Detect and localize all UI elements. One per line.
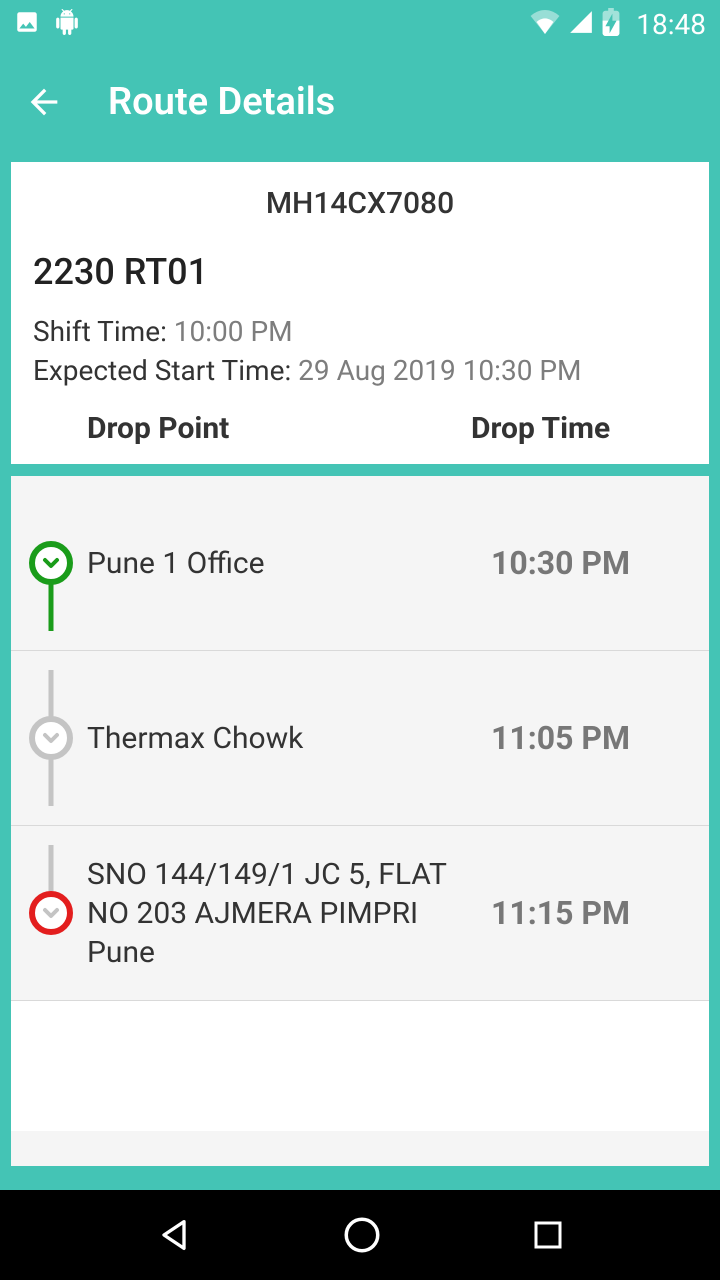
android-icon [54,9,80,39]
stop-row[interactable]: Pune 1 Office 10:30 PM [11,476,709,651]
page-title: Route Details [108,80,335,124]
nav-recent-button[interactable] [530,1217,566,1253]
stop-time: 11:15 PM [491,894,691,932]
expected-start-label: Expected Start Time: [33,354,298,387]
nav-home-button[interactable] [341,1214,383,1256]
status-bar: 18:48 [0,0,720,48]
expected-start-line: Expected Start Time: 29 Aug 2019 10:30 P… [33,354,687,387]
vehicle-number: MH14CX7080 [33,186,687,221]
status-time: 18:48 [636,8,706,41]
stop-name: Thermax Chowk [79,719,491,758]
timeline-cell [23,496,79,630]
app-bar: Route Details [0,48,720,156]
battery-icon [602,8,620,40]
stop-row[interactable]: SNO 144/149/1 JC 5, FLAT NO 203 AJMERA P… [11,826,709,1001]
stop-time: 10:30 PM [491,544,691,582]
content: MH14CX7080 2230 RT01 Shift Time: 10:00 P… [11,162,709,464]
stop-name: SNO 144/149/1 JC 5, FLAT NO 203 AJMERA P… [79,855,491,972]
signal-icon [568,9,594,39]
drop-point-header: Drop Point [39,411,471,446]
status-right: 18:48 [530,8,706,41]
timeline-cell [23,671,79,805]
shift-time-value: 10:00 PM [174,315,293,348]
info-card: MH14CX7080 2230 RT01 Shift Time: 10:00 P… [11,162,709,464]
status-left [14,9,80,39]
stop-row[interactable]: Thermax Chowk 11:05 PM [11,651,709,826]
stop-marker-icon [29,716,73,760]
back-button[interactable] [24,82,64,122]
shift-time-label: Shift Time: [33,315,174,348]
wifi-icon [530,10,560,38]
list-whitespace [11,1001,709,1131]
shift-time-line: Shift Time: 10:00 PM [33,315,687,348]
nav-bar [0,1190,720,1280]
timeline-cell [23,846,79,980]
nav-back-button[interactable] [154,1215,194,1255]
drop-time-header: Drop Time [471,411,681,446]
stop-name: Pune 1 Office [79,544,491,583]
stops-list[interactable]: Pune 1 Office 10:30 PM Thermax Chowk 11:… [11,476,709,1166]
column-headers: Drop Point Drop Time [33,411,687,446]
stop-marker-icon [29,541,73,585]
image-icon [14,9,40,39]
stop-marker-icon [29,891,73,935]
expected-start-value: 29 Aug 2019 10:30 PM [298,354,581,387]
route-name: 2230 RT01 [33,251,687,293]
stop-time: 11:05 PM [491,719,691,757]
